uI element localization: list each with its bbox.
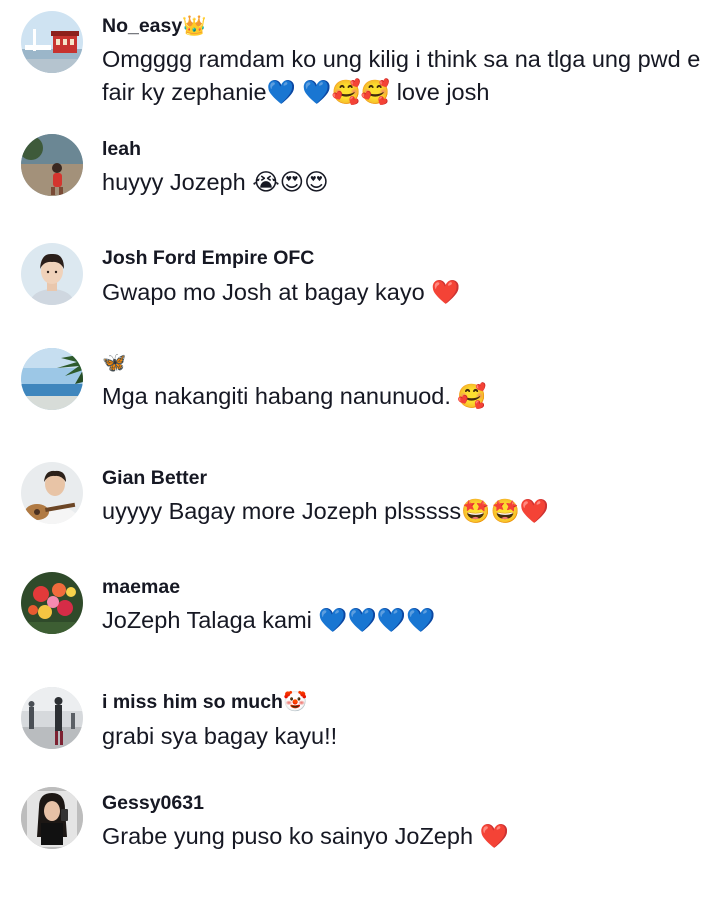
mirror-selfie-avatar-icon [21,787,83,849]
flower-bouquet-avatar-icon [21,572,83,634]
beach-person-avatar-icon [21,134,83,196]
avatar[interactable] [21,787,83,849]
comment-text: JoZeph Talaga kami 💙💙💙💙 [102,607,436,633]
comment-text: grabi sya bagay kayu!! [102,723,338,749]
amusement-park-avatar-icon [21,11,83,73]
avatar[interactable] [21,243,83,305]
comment-text: Grabe yung puso ko sainyo JoZeph ❤️ [102,823,509,849]
comment-text: Omgggg ramdam ko ung kilig i think sa na… [102,46,701,105]
avatar[interactable] [21,11,83,73]
guitar-player-avatar-icon [21,462,83,524]
comment-text: huyyy Jozeph 😭😍😍 [102,169,329,195]
palm-beach-avatar-icon [21,348,83,410]
comment-username[interactable]: Gessy0631 [102,791,204,815]
avatar[interactable] [21,348,83,410]
avatar[interactable] [21,134,83,196]
comment-text: Mga nakangiti habang nanunuod. 🥰 [102,383,487,409]
comment-username[interactable]: i miss him so much🤡 [102,690,307,714]
street-scene-avatar-icon [21,687,83,749]
comment-username[interactable]: Josh Ford Empire OFC [102,246,314,270]
comment-username[interactable]: leah [102,137,141,161]
comment-username[interactable]: maemae [102,575,180,599]
comment-username[interactable]: No_easy👑 [102,14,207,38]
avatar[interactable] [21,687,83,749]
comment-text: uyyyy Bagay more Jozeph plsssss🤩🤩❤️ [102,498,549,524]
avatar[interactable] [21,462,83,524]
comment-username[interactable]: Gian Better [102,466,207,490]
young-man-avatar-icon [21,243,83,305]
avatar[interactable] [21,572,83,634]
comment-text: Gwapo mo Josh at bagay kayo ❤️ [102,279,461,305]
comment-username[interactable]: 🦋 [102,351,126,375]
